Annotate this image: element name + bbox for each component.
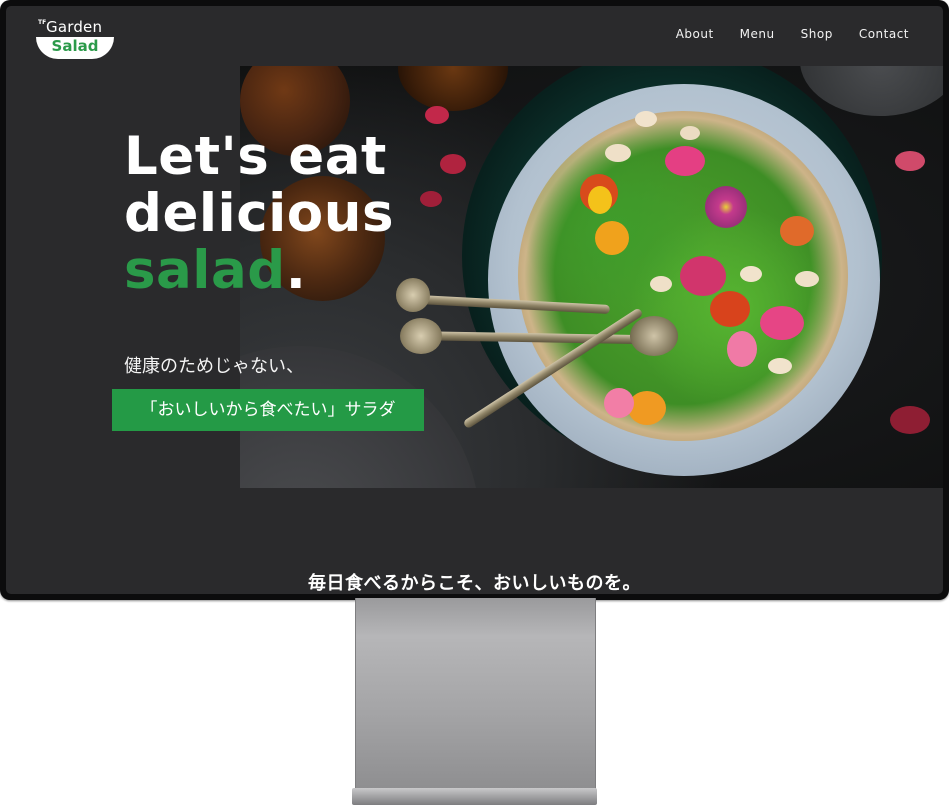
flower — [727, 331, 757, 367]
logo-name-bottom: Salad — [51, 37, 99, 55]
bean — [768, 358, 792, 374]
rose-petal — [425, 106, 449, 124]
yellow-tomato — [588, 186, 612, 214]
section-heading: 毎日食べるからこそ、おいしいものを。 — [308, 573, 641, 594]
bean — [680, 126, 700, 140]
rose-petal — [890, 406, 930, 434]
rose-petal — [895, 151, 925, 171]
hero-title-line2: delicious — [124, 183, 394, 244]
flower — [665, 146, 705, 176]
flower — [604, 388, 634, 418]
browser-viewport: TF Garden Salad About Menu Shop Contact — [6, 6, 943, 594]
bean — [795, 271, 819, 287]
nav-contact[interactable]: Contact — [859, 27, 909, 41]
tomato — [710, 291, 750, 327]
spoon-bowl — [630, 316, 678, 356]
monitor-stand — [355, 598, 596, 790]
rose-petal — [440, 154, 466, 174]
nav-about[interactable]: About — [676, 27, 714, 41]
fork-handle-end — [396, 278, 430, 312]
rose-petal — [420, 191, 442, 207]
brand-logo[interactable]: TF Garden Salad — [36, 18, 116, 62]
bean — [635, 111, 657, 127]
hero-subtitle: 健康のためじゃない、 — [124, 356, 304, 377]
tomato — [595, 221, 629, 255]
bean — [740, 266, 762, 282]
hero-title-period: . — [285, 240, 307, 301]
nav-menu[interactable]: Menu — [740, 27, 775, 41]
monitor-stand-base — [352, 788, 597, 805]
spoon-handle-end — [400, 318, 442, 354]
bean — [605, 144, 631, 162]
hero-highlight-box: 「おいしいから食べたい」サラダ — [112, 389, 424, 431]
nav-shop[interactable]: Shop — [801, 27, 833, 41]
monitor-frame: TF Garden Salad About Menu Shop Contact — [0, 0, 949, 600]
main-nav: About Menu Shop Contact — [676, 27, 909, 41]
logo-prefix: TF — [38, 19, 47, 26]
flower — [760, 306, 804, 340]
tomato — [780, 216, 814, 246]
hero-title-highlight: salad — [124, 240, 286, 301]
hero-title: Let's eat delicious salad. — [124, 128, 394, 299]
flower — [680, 256, 726, 296]
flower — [705, 186, 747, 228]
hero-title-line1: Let's eat — [124, 126, 387, 187]
bean — [650, 276, 672, 292]
tomato — [628, 391, 666, 425]
logo-name-top: Garden — [46, 18, 103, 36]
